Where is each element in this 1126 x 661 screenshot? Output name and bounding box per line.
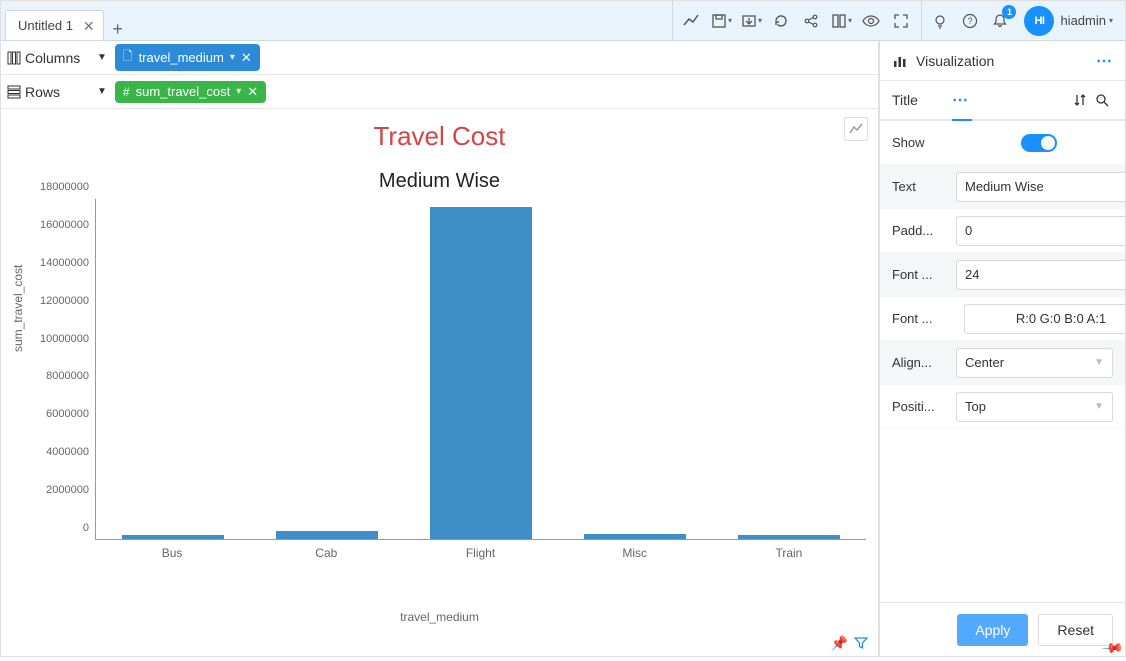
y-tick: 4000000 [46, 446, 89, 458]
padding-input[interactable] [956, 216, 1125, 246]
measure-icon: # [123, 85, 130, 99]
column-pill-travel-medium[interactable]: 🗋 travel_medium ▾ ✕ [115, 44, 260, 71]
align-label: Align... [892, 355, 948, 370]
fontsize-input[interactable] [956, 260, 1125, 290]
show-label: Show [892, 135, 948, 150]
y-tick: 10000000 [40, 333, 89, 345]
columns-icon [7, 51, 21, 65]
padding-label: Padd... [892, 223, 948, 238]
position-label: Positi... [892, 399, 948, 414]
y-tick: 14000000 [40, 257, 89, 269]
row-pill-sum-travel-cost[interactable]: # sum_travel_cost ▾ ✕ [115, 81, 266, 103]
bar[interactable] [584, 534, 686, 539]
columns-shelf[interactable]: Columns ▼ 🗋 travel_medium ▾ ✕ [1, 41, 878, 75]
panel-more-icon[interactable]: ⋯ [1096, 51, 1113, 71]
chart-subtitle: Medium Wise [9, 170, 870, 193]
svg-text:?: ? [968, 16, 973, 26]
y-tick: 0 [83, 522, 89, 534]
rows-label: Rows [25, 84, 60, 100]
show-toggle[interactable] [1021, 134, 1057, 152]
y-tick: 8000000 [46, 370, 89, 382]
visualization-icon [892, 53, 908, 69]
y-tick: 16000000 [40, 219, 89, 231]
refresh-icon[interactable] [767, 7, 795, 35]
dimension-icon: 🗋 [123, 47, 133, 68]
fontsize-label: Font ... [892, 267, 948, 282]
expand-icon[interactable] [887, 7, 915, 35]
panel-title: Visualization [916, 53, 1088, 69]
help-icon[interactable]: ? [956, 7, 984, 35]
save-icon[interactable]: ▾ [707, 7, 735, 35]
fontcolor-input[interactable] [964, 304, 1125, 334]
chart-plot: sum_travel_cost 020000004000000600000080… [31, 199, 866, 540]
export-icon[interactable]: ▾ [737, 7, 765, 35]
columns-caret-icon[interactable]: ▼ [97, 52, 107, 63]
pill-remove-icon[interactable]: ✕ [241, 50, 252, 66]
bar[interactable] [122, 535, 224, 539]
line-chart-icon[interactable] [677, 7, 705, 35]
eye-icon[interactable] [857, 7, 885, 35]
x-tick: Misc [558, 546, 712, 560]
bar[interactable] [430, 207, 532, 539]
section-title: Title [892, 92, 952, 108]
bar[interactable] [738, 535, 840, 539]
reset-button[interactable]: Reset [1038, 614, 1113, 646]
document-tab-title: Untitled 1 [18, 18, 73, 33]
chevron-down-icon: ▼ [1094, 401, 1104, 412]
bell-badge: 1 [1002, 5, 1016, 19]
lightbulb-icon[interactable] [926, 7, 954, 35]
filter-icon[interactable] [854, 636, 868, 650]
x-tick: Train [712, 546, 866, 560]
rows-shelf[interactable]: Rows ▼ # sum_travel_cost ▾ ✕ [1, 75, 878, 109]
search-icon[interactable] [1091, 93, 1113, 107]
pill-caret-icon[interactable]: ▾ [236, 86, 241, 97]
y-tick: 2000000 [46, 484, 89, 496]
rows-icon [7, 85, 21, 99]
bar[interactable] [276, 531, 378, 539]
position-select[interactable]: Top▼ [956, 392, 1113, 422]
close-tab-icon[interactable]: ✕ [83, 19, 95, 33]
sort-icon[interactable] [1069, 93, 1091, 107]
y-tick: 6000000 [46, 408, 89, 420]
pill-caret-icon[interactable]: ▾ [230, 52, 235, 63]
pin-icon[interactable]: 📌 [831, 635, 848, 652]
pill-remove-icon[interactable]: ✕ [247, 84, 258, 100]
fontcolor-label: Font ... [892, 311, 948, 326]
align-select[interactable]: Center▼ [956, 348, 1113, 378]
apply-button[interactable]: Apply [957, 614, 1028, 646]
y-axis-label: sum_travel_cost [11, 265, 25, 352]
document-tab[interactable]: Untitled 1 ✕ [5, 10, 104, 40]
section-more-icon[interactable]: ⋯ [952, 90, 1069, 110]
text-label: Text [892, 179, 948, 194]
chart-title: Travel Cost [9, 121, 870, 152]
x-tick: Bus [95, 546, 249, 560]
y-tick: 18000000 [40, 181, 89, 193]
share-icon[interactable] [797, 7, 825, 35]
x-tick: Flight [403, 546, 557, 560]
trend-toggle-icon[interactable] [844, 117, 868, 141]
y-tick: 12000000 [40, 295, 89, 307]
avatar[interactable]: HI [1024, 6, 1054, 36]
x-tick: Cab [249, 546, 403, 560]
user-menu[interactable]: hiadmin▾ [1060, 13, 1113, 28]
columns-label: Columns [25, 50, 80, 66]
new-tab-button[interactable]: + [104, 19, 132, 40]
layout-icon[interactable]: ▾ [827, 7, 855, 35]
rows-caret-icon[interactable]: ▼ [97, 86, 107, 97]
text-input[interactable] [956, 172, 1125, 202]
x-axis-label: travel_medium [1, 610, 878, 624]
bell-icon[interactable]: 1 [986, 7, 1014, 35]
chevron-down-icon: ▼ [1094, 357, 1104, 368]
